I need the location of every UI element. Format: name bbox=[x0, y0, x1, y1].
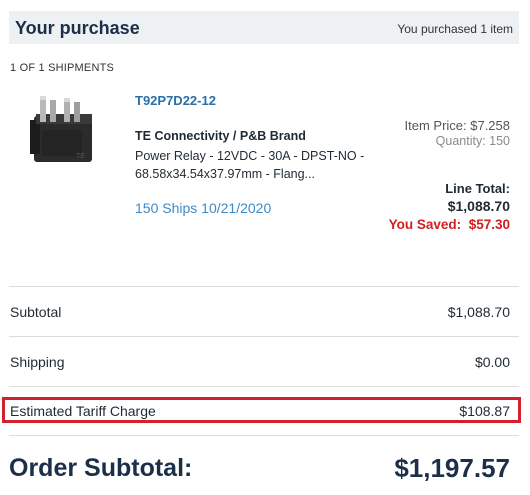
shipment-count: 1 OF 1 SHIPMENTS bbox=[10, 62, 115, 74]
svg-text:TE: TE bbox=[76, 153, 85, 160]
tariff-label: Estimated Tariff Charge bbox=[10, 403, 156, 419]
line-total-value: $1,088.70 bbox=[447, 198, 510, 214]
relay-icon: TE bbox=[30, 96, 92, 162]
you-saved-value: $57.30 bbox=[468, 217, 510, 232]
price-block: Item Price: $7.258 Quantity: 150 bbox=[405, 118, 511, 148]
product-description: Power Relay - 12VDC - 30A - DPST-NO - 68… bbox=[135, 149, 365, 181]
purchase-header: Your purchase You purchased 1 item bbox=[9, 11, 519, 44]
product-image[interactable]: TE bbox=[20, 90, 106, 178]
line-total-label: Line Total: bbox=[445, 181, 510, 196]
order-subtotal-label: Order Subtotal: bbox=[9, 454, 193, 482]
shipping-label: Shipping bbox=[10, 354, 65, 370]
ship-date: 150 Ships 10/21/2020 bbox=[135, 200, 272, 216]
divider bbox=[9, 336, 519, 337]
item-quantity: Quantity: 150 bbox=[435, 134, 510, 148]
page-title: Your purchase bbox=[15, 18, 140, 38]
item-price: Item Price: $7.258 bbox=[404, 118, 511, 133]
line-total-block: Line Total: $1,088.70 You Saved: $57.30 bbox=[389, 181, 510, 232]
you-saved-label: You Saved: bbox=[388, 217, 462, 232]
divider bbox=[9, 386, 519, 387]
divider bbox=[9, 435, 519, 436]
you-saved: You Saved: $57.30 bbox=[389, 217, 510, 232]
shipping-value: $0.00 bbox=[474, 354, 510, 370]
product-brand: TE Connectivity / P&B Brand bbox=[135, 129, 306, 143]
subtotal-value: $1,088.70 bbox=[447, 304, 510, 320]
part-number-link[interactable]: T92P7D22-12 bbox=[135, 93, 216, 108]
subtotal-label: Subtotal bbox=[10, 304, 62, 320]
tariff-value: $108.87 bbox=[459, 403, 510, 419]
order-subtotal-value: $1,197.57 bbox=[394, 453, 510, 483]
purchased-count: You purchased 1 item bbox=[397, 22, 513, 36]
divider bbox=[9, 286, 519, 287]
